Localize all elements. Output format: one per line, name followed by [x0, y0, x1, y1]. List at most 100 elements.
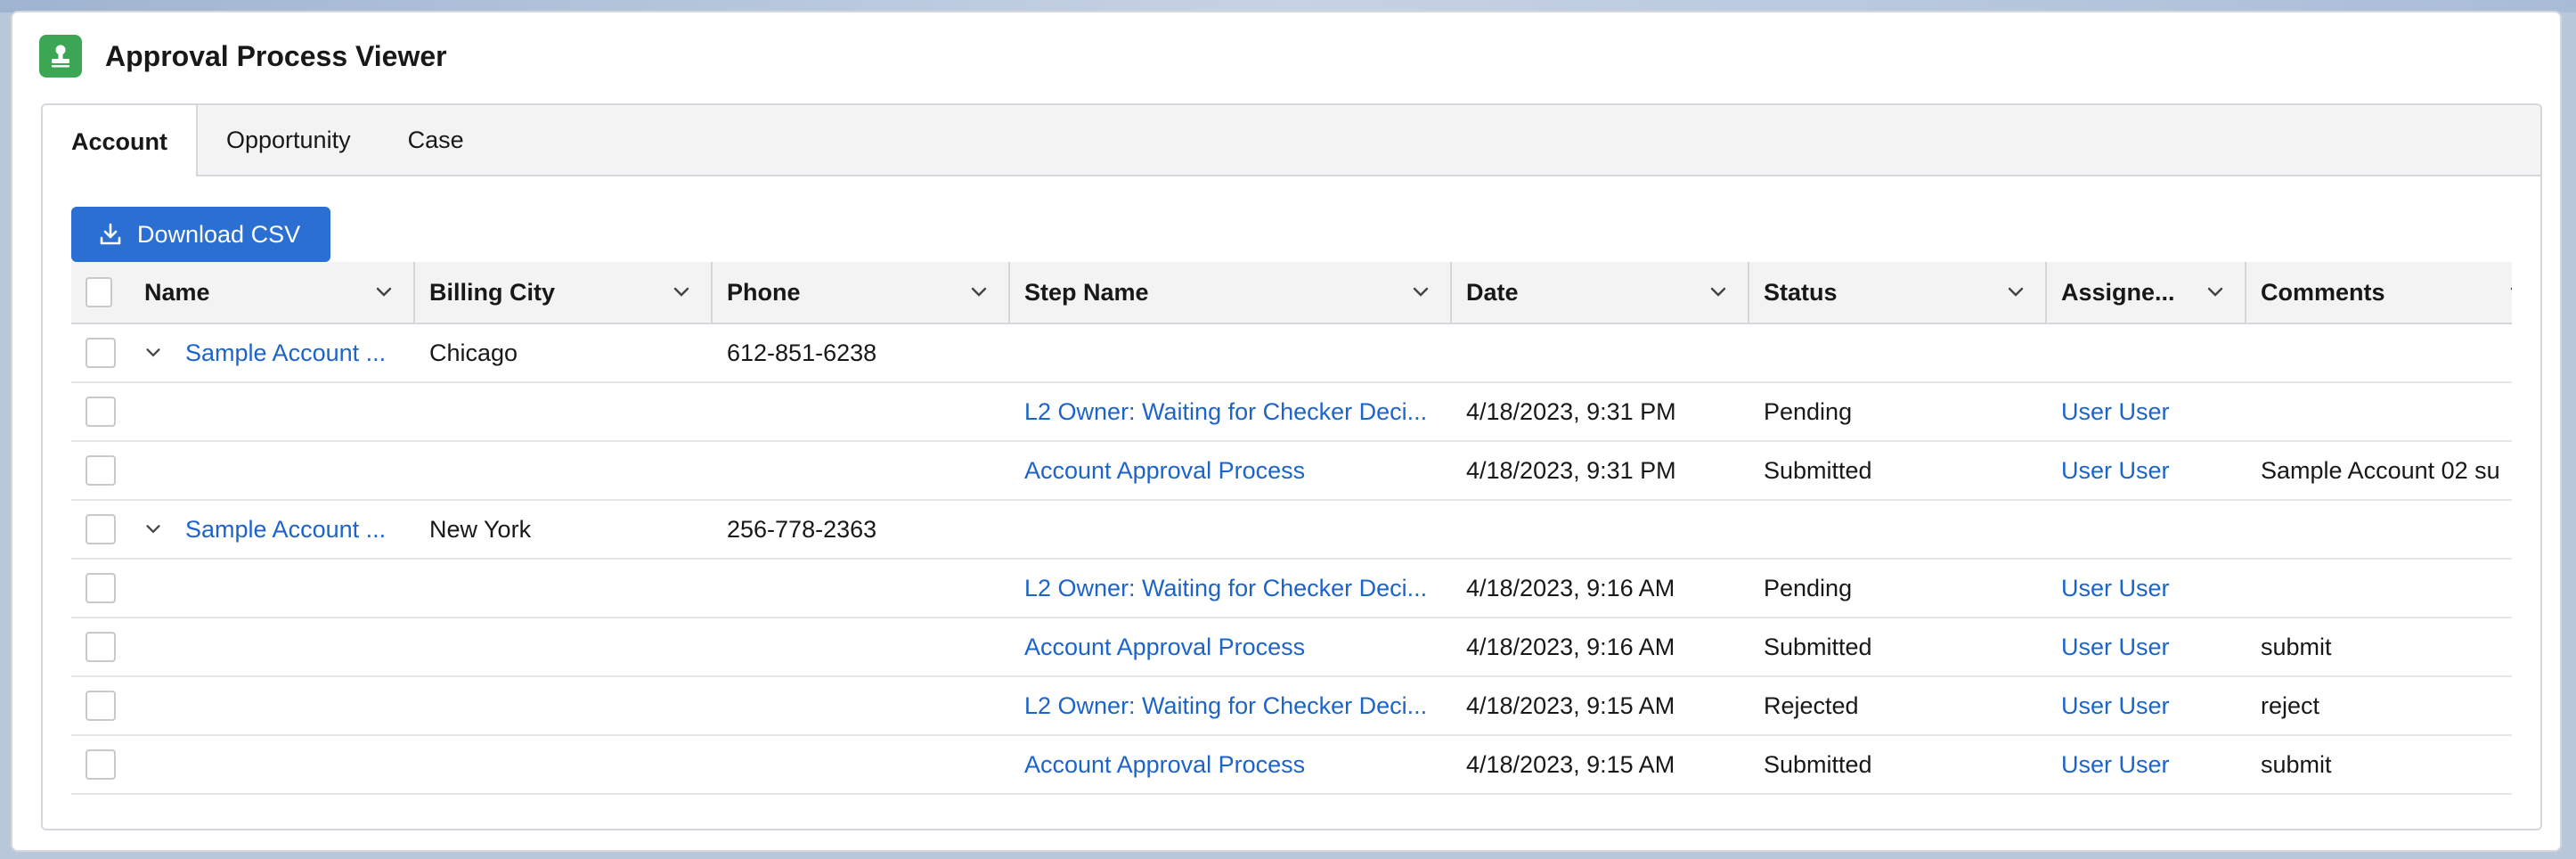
select-all-checkbox[interactable]: [86, 277, 112, 307]
step-name-cell: Account Approval Process: [1010, 442, 1452, 499]
chevron-down-icon[interactable]: [670, 281, 693, 304]
download-csv-button[interactable]: Download CSV: [71, 207, 331, 262]
chevron-down-icon[interactable]: [967, 281, 990, 304]
comments-cell: [2246, 383, 2512, 440]
chevron-down-icon[interactable]: [1707, 281, 1730, 304]
comments-cell: [2246, 324, 2512, 381]
column-header-assignee[interactable]: Assigne...: [2047, 262, 2246, 323]
column-header-label: Assigne...: [2061, 278, 2175, 306]
phone-cell: 612-851-6238: [727, 339, 877, 366]
phone-cell: [713, 560, 1010, 617]
date-cell: 4/18/2023, 9:31 PM: [1466, 397, 1676, 425]
column-header-label: Comments: [2261, 278, 2385, 306]
tab-case[interactable]: Case: [379, 105, 493, 175]
status-cell: Submitted: [1764, 456, 1872, 484]
name-cell: [130, 383, 415, 440]
step-name-cell: L2 Owner: Waiting for Checker Deci...: [1010, 560, 1452, 617]
chevron-down-icon[interactable]: [143, 342, 178, 364]
assignee-link[interactable]: User User: [2061, 575, 2170, 602]
name-cell: Sample Account ...: [130, 324, 415, 381]
billing-city-cell: [415, 736, 713, 793]
column-header-comments[interactable]: Comments: [2246, 262, 2512, 323]
column-header-label: Name: [144, 278, 210, 306]
column-header-step-name[interactable]: Step Name: [1010, 262, 1452, 323]
table-row-approval-step: L2 Owner: Waiting for Checker Deci... 4/1…: [71, 560, 2512, 618]
assignee-cell: User User: [2047, 677, 2246, 734]
column-header-name[interactable]: Name: [130, 262, 415, 323]
approval-table: Name Billing City Phone Step Name Date S…: [71, 262, 2512, 795]
assignee-cell: User User: [2047, 383, 2246, 440]
column-header-label: Phone: [727, 278, 801, 306]
chevron-down-icon[interactable]: [2507, 281, 2512, 304]
name-cell: [130, 560, 415, 617]
account-name-link[interactable]: Sample Account ...: [185, 516, 386, 544]
assignee-link[interactable]: User User: [2061, 398, 2170, 426]
chevron-down-icon[interactable]: [2004, 281, 2027, 304]
billing-city-cell: [415, 618, 713, 675]
row-select-cell: [71, 560, 130, 617]
table-row-account: Sample Account ... Chicago 612-851-6238: [71, 324, 2512, 383]
phone-cell: 256-778-2363: [727, 515, 877, 543]
account-name-link[interactable]: Sample Account ...: [185, 340, 386, 367]
chevron-down-icon[interactable]: [2204, 281, 2227, 304]
chevron-down-icon[interactable]: [143, 519, 178, 540]
column-header-label: Billing City: [429, 278, 555, 306]
table-row-approval-step: L2 Owner: Waiting for Checker Deci... 4/1…: [71, 677, 2512, 736]
assignee-cell: [2047, 324, 2246, 381]
billing-city-cell: New York: [429, 515, 532, 543]
tab-account[interactable]: Account: [43, 105, 198, 178]
step-name-link[interactable]: L2 Owner: Waiting for Checker Deci...: [1024, 575, 1427, 602]
date-cell: 4/18/2023, 9:16 AM: [1466, 574, 1675, 601]
assignee-link[interactable]: User User: [2061, 692, 2170, 720]
assignee-link[interactable]: User User: [2061, 457, 2170, 485]
billing-city-cell: [415, 442, 713, 499]
step-name-link[interactable]: L2 Owner: Waiting for Checker Deci...: [1024, 398, 1427, 426]
step-name-link[interactable]: Account Approval Process: [1024, 751, 1305, 779]
download-csv-label: Download CSV: [137, 220, 301, 248]
row-checkbox[interactable]: [86, 338, 116, 368]
step-name-link[interactable]: Account Approval Process: [1024, 634, 1305, 661]
table-row-account: Sample Account ... New York 256-778-2363: [71, 501, 2512, 560]
column-header-status[interactable]: Status: [1749, 262, 2047, 323]
row-checkbox[interactable]: [86, 397, 116, 427]
assignee-cell: User User: [2047, 560, 2246, 617]
download-icon: [100, 223, 121, 245]
chevron-down-icon[interactable]: [1409, 281, 1432, 304]
phone-cell: [713, 677, 1010, 734]
name-cell: [130, 736, 415, 793]
row-checkbox[interactable]: [86, 455, 116, 486]
name-cell: Sample Account ...: [130, 501, 415, 558]
status-cell: Rejected: [1764, 691, 1859, 719]
row-checkbox[interactable]: [86, 632, 116, 662]
row-checkbox[interactable]: [86, 691, 116, 721]
comments-cell: Sample Account 02 su: [2261, 456, 2500, 484]
tab-opportunity[interactable]: Opportunity: [198, 105, 379, 175]
name-cell: [130, 618, 415, 675]
date-cell: 4/18/2023, 9:15 AM: [1466, 750, 1675, 778]
column-header-date[interactable]: Date: [1452, 262, 1749, 323]
approval-viewer-card: Approval Process Viewer Account Opportun…: [11, 11, 2562, 852]
row-checkbox[interactable]: [86, 749, 116, 780]
card-header: Approval Process Viewer: [39, 32, 447, 80]
table-row-approval-step: Account Approval Process 4/18/2023, 9:15 …: [71, 736, 2512, 795]
column-header-billing-city[interactable]: Billing City: [415, 262, 713, 323]
comments-cell: submit: [2261, 750, 2332, 778]
assignee-cell: User User: [2047, 736, 2246, 793]
assignee-link[interactable]: User User: [2061, 634, 2170, 661]
row-select-cell: [71, 442, 130, 499]
chevron-down-icon[interactable]: [372, 281, 395, 304]
assignee-link[interactable]: User User: [2061, 751, 2170, 779]
step-name-link[interactable]: L2 Owner: Waiting for Checker Deci...: [1024, 692, 1427, 720]
row-checkbox[interactable]: [86, 514, 116, 544]
tab-panel-account: Download CSV Name Billing City Phone Ste…: [43, 176, 2540, 829]
status-cell: Submitted: [1764, 750, 1872, 778]
status-cell: Pending: [1764, 397, 1853, 425]
column-header-phone[interactable]: Phone: [713, 262, 1010, 323]
assignee-cell: [2047, 501, 2246, 558]
row-select-cell: [71, 324, 130, 381]
row-checkbox[interactable]: [86, 573, 116, 603]
row-select-cell: [71, 677, 130, 734]
billing-city-cell: [415, 383, 713, 440]
step-name-cell: [1010, 501, 1452, 558]
step-name-link[interactable]: Account Approval Process: [1024, 457, 1305, 485]
